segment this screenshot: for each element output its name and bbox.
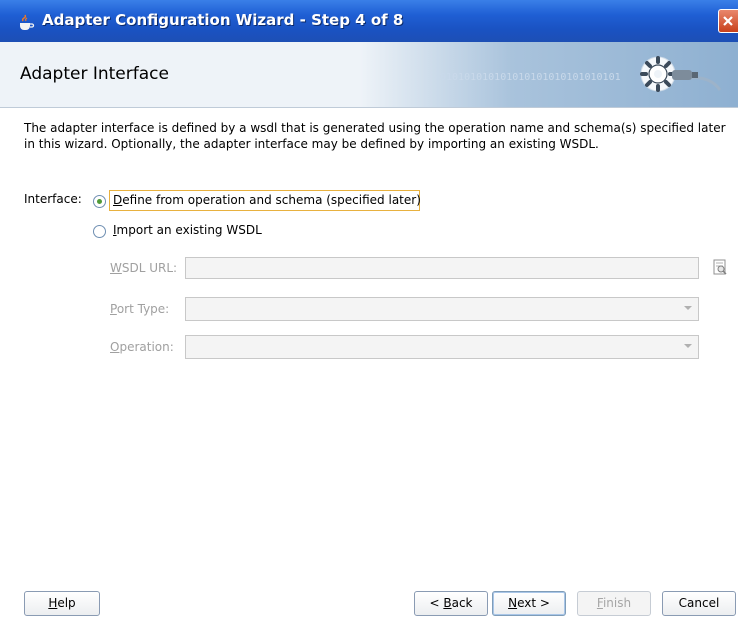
- description-text: The adapter interface is defined by a ws…: [24, 121, 726, 151]
- next-button[interactable]: Next >: [492, 591, 566, 616]
- header-binary-text: 010101010101010101010101010101: [440, 72, 621, 83]
- title-bar: Adapter Configuration Wizard - Step 4 of…: [0, 0, 738, 42]
- finish-button[interactable]: Finish: [577, 591, 651, 616]
- wsdl-url-label: WSDL URL:: [110, 261, 178, 275]
- interface-label: Interface:: [24, 192, 82, 206]
- radio-define-from-operation[interactable]: [93, 195, 106, 208]
- window-title: Adapter Configuration Wizard - Step 4 of…: [42, 11, 404, 29]
- chevron-down-icon: [684, 306, 692, 310]
- radio-selected-dot: [97, 199, 102, 204]
- operation-dropdown[interactable]: [185, 335, 699, 359]
- adapter-plug-icon: [640, 56, 722, 92]
- help-button[interactable]: Help: [24, 591, 100, 616]
- page-header: 010101010101010101010101010101 Adapter I…: [0, 42, 738, 108]
- back-button[interactable]: < Back: [414, 591, 488, 616]
- browse-wsdl-icon[interactable]: [711, 258, 729, 276]
- port-type-dropdown[interactable]: [185, 297, 699, 321]
- chevron-down-icon: [684, 344, 692, 348]
- wsdl-url-input[interactable]: [185, 257, 699, 279]
- cancel-button[interactable]: Cancel: [662, 591, 736, 616]
- close-button[interactable]: [718, 9, 738, 33]
- java-cup-icon: [20, 14, 35, 30]
- operation-label: Operation:: [110, 340, 174, 354]
- option-define-from-operation-label[interactable]: Define from operation and schema (specif…: [113, 193, 421, 207]
- page-title: Adapter Interface: [20, 64, 169, 84]
- option-import-existing-wsdl-label[interactable]: Import an existing WSDL: [113, 223, 262, 237]
- close-icon: [723, 16, 733, 26]
- port-type-label: Port Type:: [110, 302, 170, 316]
- radio-import-existing-wsdl[interactable]: [93, 225, 106, 238]
